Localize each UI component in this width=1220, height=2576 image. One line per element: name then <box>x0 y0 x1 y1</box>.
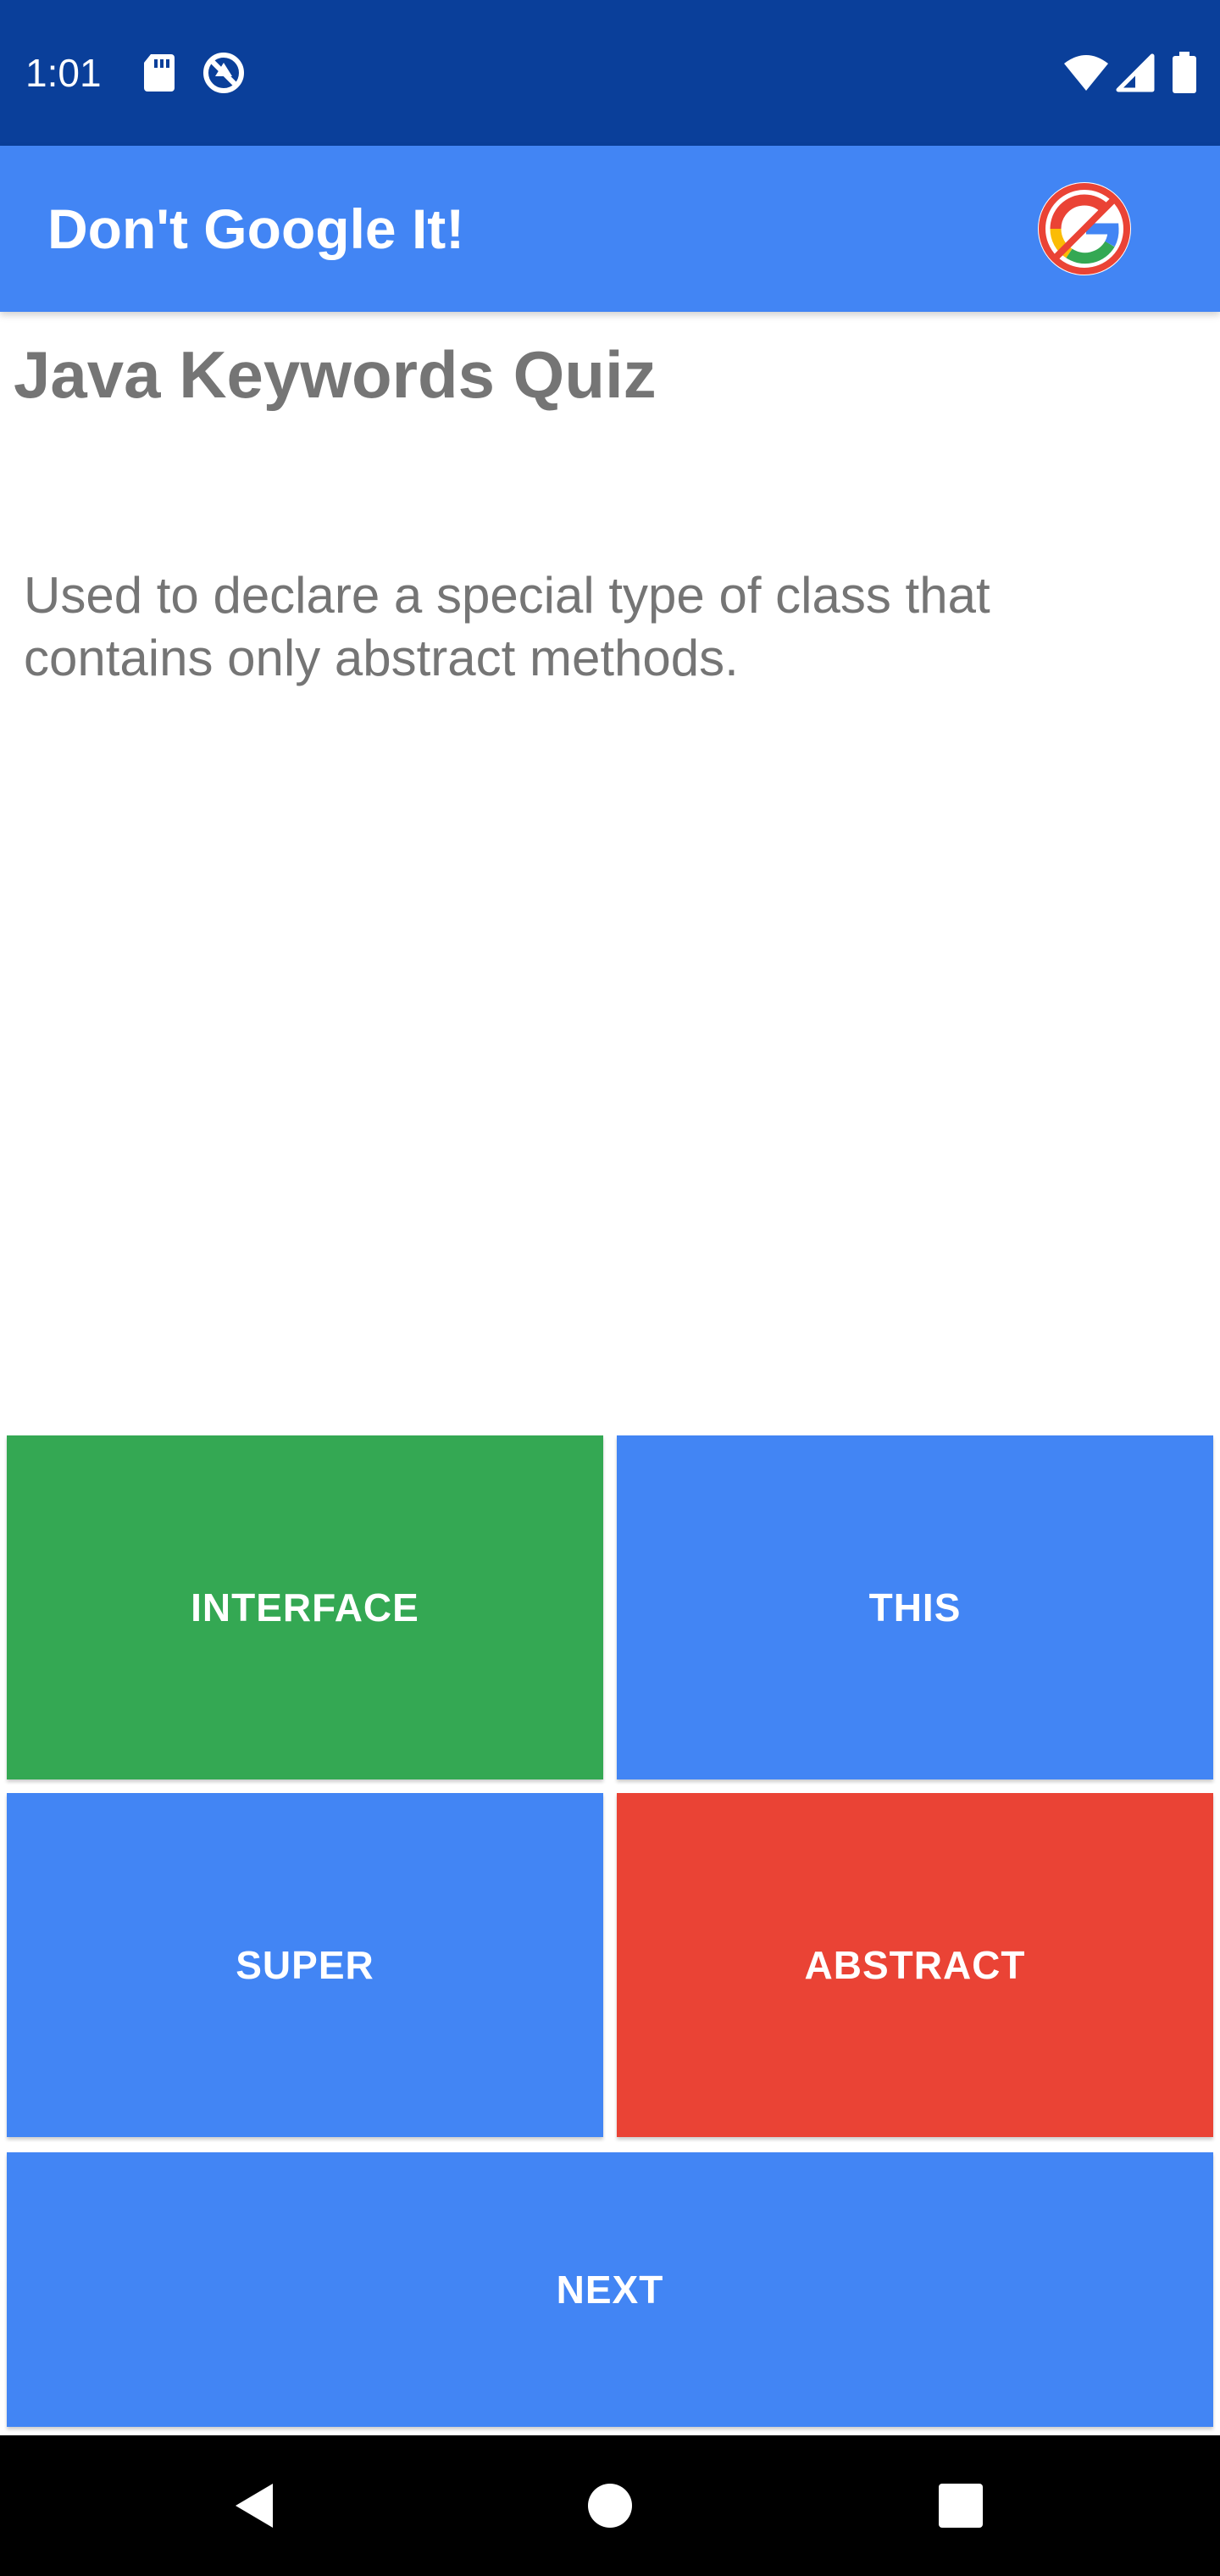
cell-signal-icon <box>1112 49 1159 97</box>
data-saver-icon <box>200 49 247 97</box>
app-bar: Don't Google It! <box>0 146 1220 312</box>
answer-button-4[interactable]: ABSTRACT <box>617 1793 1213 2137</box>
answer-button-1[interactable]: INTERFACE <box>7 1435 603 1779</box>
quiz-title: Java Keywords Quiz <box>14 337 657 412</box>
next-button[interactable]: NEXT <box>7 2152 1213 2427</box>
nav-bar <box>0 2435 1220 2576</box>
sd-card-icon <box>136 49 183 97</box>
answer-button-2[interactable]: THIS <box>617 1435 1213 1779</box>
app-title: Don't Google It! <box>47 197 465 260</box>
back-icon[interactable] <box>220 2472 288 2540</box>
status-time: 1:01 <box>25 51 102 95</box>
recents-icon[interactable] <box>927 2472 995 2540</box>
screen: 1:01 Don't Google It! Java Keywords Quiz… <box>0 0 1220 2576</box>
answer-button-3[interactable]: SUPER <box>7 1793 603 2137</box>
battery-icon <box>1161 49 1208 97</box>
home-icon[interactable] <box>576 2472 644 2540</box>
status-bar: 1:01 <box>0 0 1220 146</box>
no-google-logo-icon <box>1035 180 1134 278</box>
wifi-icon <box>1062 49 1110 97</box>
question-text: Used to declare a special type of class … <box>24 567 990 686</box>
